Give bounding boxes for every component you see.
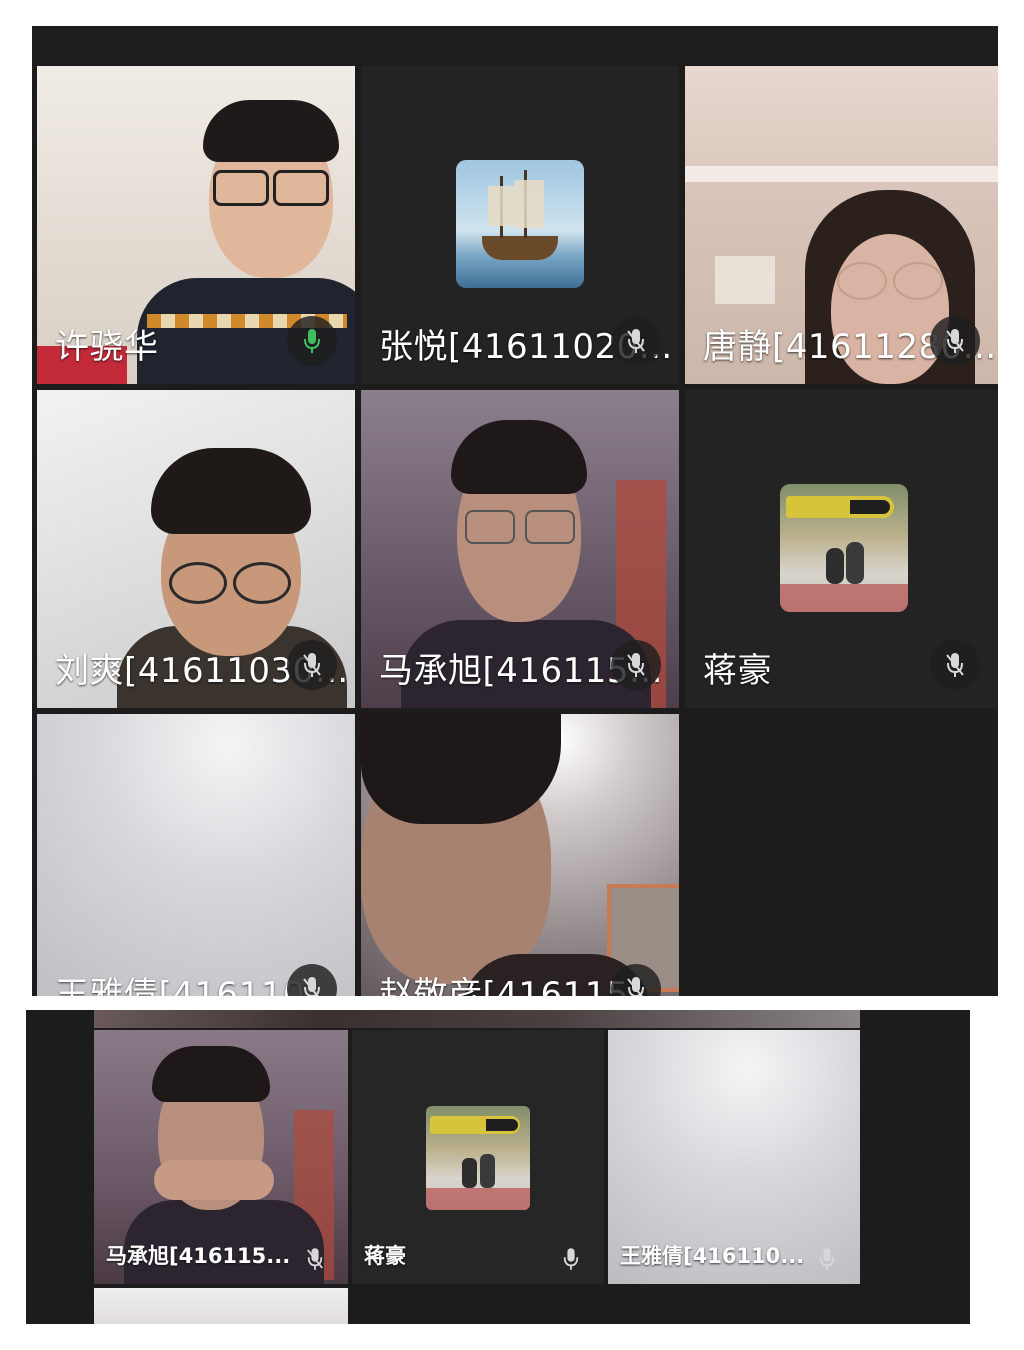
microphone-icon[interactable] [287, 316, 337, 366]
participant-tile-small-2[interactable]: 蒋豪 [352, 1030, 604, 1284]
participant-name: 王雅倩[416110... [620, 1244, 805, 1268]
participant-tile-small-4[interactable] [94, 1288, 348, 1324]
participant-tile-small-3[interactable]: 王雅倩[416110... [608, 1030, 860, 1284]
microphone-icon[interactable] [814, 1244, 840, 1274]
participant-tile-8[interactable]: 赵敬彦[416115... [361, 714, 679, 996]
participant-name: 许骁华 [55, 327, 159, 367]
microphone-muted-icon[interactable] [287, 640, 337, 690]
previous-row-strip [94, 1010, 860, 1028]
participant-tile-1[interactable]: 许骁华 [37, 66, 355, 384]
video-grid-screenshot-bottom: 马承旭[416115... 蒋豪 王雅倩[416110... [26, 1010, 970, 1324]
microphone-muted-icon[interactable] [611, 640, 661, 690]
participant-tile-4[interactable]: 刘爽[41611030... [37, 390, 355, 708]
microphone-muted-icon[interactable] [611, 316, 661, 366]
video-grid-screenshot-top: 许骁华 张悦[41611020... 唐静[41611280... 刘爽[416… [32, 26, 998, 996]
participant-tile-3[interactable]: 唐静[41611280... [685, 66, 998, 384]
meeting-top-bar [32, 26, 998, 64]
participant-name: 蒋豪 [703, 651, 772, 691]
microphone-icon[interactable] [558, 1244, 584, 1274]
microphone-muted-icon[interactable] [302, 1244, 328, 1274]
participant-name: 马承旭[416115... [106, 1244, 291, 1268]
jet-photo-avatar [780, 484, 908, 612]
participant-name: 蒋豪 [364, 1244, 406, 1268]
participant-tile-7[interactable]: 王雅倩[416110... [37, 714, 355, 996]
participant-tile-small-1[interactable]: 马承旭[416115... [94, 1030, 348, 1284]
microphone-muted-icon[interactable] [930, 316, 980, 366]
microphone-muted-icon[interactable] [930, 640, 980, 690]
jet-photo-avatar [426, 1106, 530, 1210]
participant-video [361, 714, 679, 996]
ship-avatar [456, 160, 584, 288]
participant-tile-6[interactable]: 蒋豪 [685, 390, 998, 708]
participant-tile-5[interactable]: 马承旭[416115... [361, 390, 679, 708]
participant-tile-2[interactable]: 张悦[41611020... [361, 66, 679, 384]
